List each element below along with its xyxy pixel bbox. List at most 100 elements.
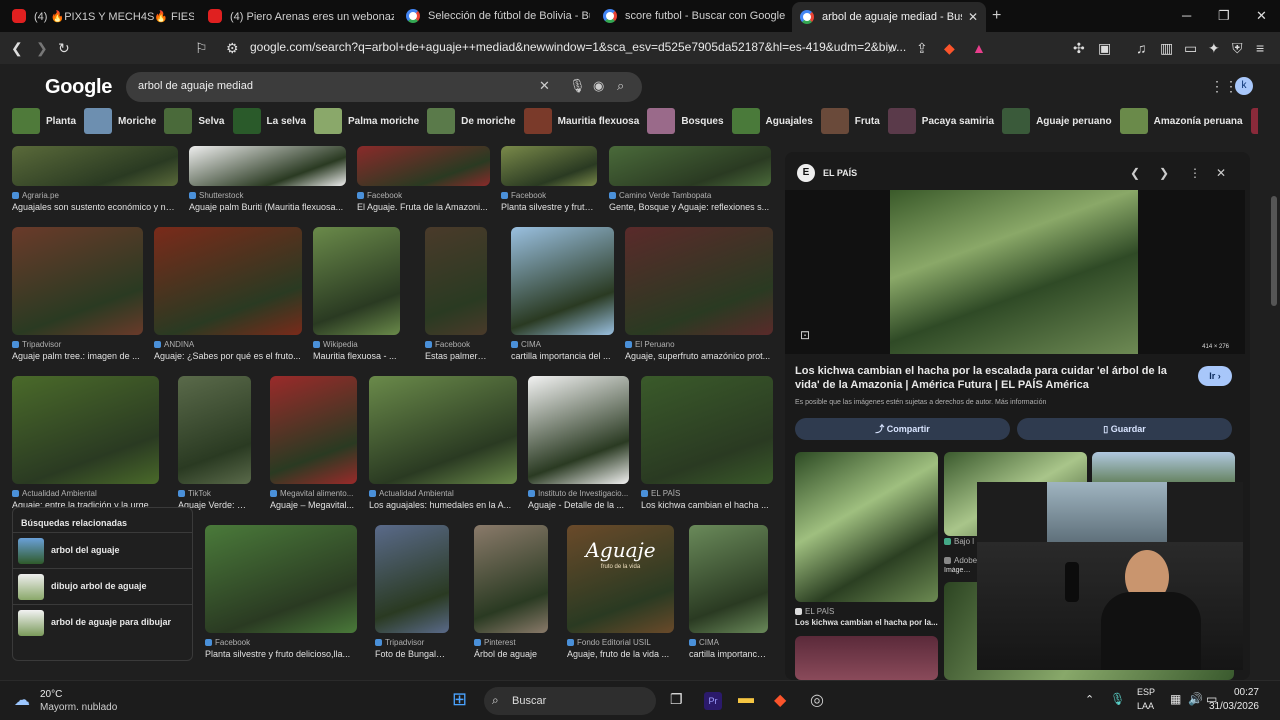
result-caption[interactable]: cartilla importancia del ... [511, 351, 614, 361]
next-icon[interactable]: ❯ [1159, 166, 1169, 180]
lens-search-icon[interactable]: ⊡ [800, 328, 810, 342]
menu-icon[interactable]: ≡ [1256, 40, 1264, 56]
result-caption[interactable]: Mauritia flexuosa - ... [313, 351, 400, 361]
extensions-icon[interactable]: ✣ [1073, 40, 1085, 57]
result-source[interactable]: Facebook [425, 340, 487, 349]
result-image[interactable] [501, 146, 597, 186]
result-image[interactable] [154, 227, 302, 335]
screenshot-icon[interactable]: ▣ [1098, 40, 1111, 57]
avatar[interactable]: k [1235, 77, 1253, 95]
result-source[interactable]: Facebook [357, 191, 490, 200]
result-image[interactable] [12, 227, 143, 335]
new-tab-button[interactable]: + [992, 7, 1001, 25]
preview-title[interactable]: Los kichwa cambian el hacha por la escal… [795, 364, 1190, 392]
filter-chip[interactable]: Pacaya samiria [887, 108, 994, 134]
result-caption[interactable]: Aguajales son sustento económico y nu... [12, 202, 178, 212]
result-image[interactable] [528, 376, 629, 484]
search-input[interactable]: arbol de aguaje mediad [138, 80, 253, 92]
result-source[interactable]: TikTok [178, 489, 251, 498]
search-icon[interactable]: ⌕ [617, 78, 624, 94]
page-scrollbar[interactable] [1268, 128, 1280, 680]
filter-chip[interactable]: Aguaje peruano [1002, 108, 1112, 134]
visit-button[interactable]: Ir › [1198, 366, 1232, 386]
result-source[interactable]: ANDINA [154, 340, 302, 349]
result-image[interactable] [474, 525, 548, 633]
back-icon[interactable]: ❮ [11, 40, 23, 57]
clock-time[interactable]: 00:27 [1225, 687, 1259, 698]
result-source[interactable]: Instituto de Investigacio... [528, 489, 629, 498]
close-icon[interactable]: ✕ [1216, 166, 1226, 180]
filter-chip[interactable]: Mauritia flexuosa [523, 108, 639, 134]
wallet-icon[interactable]: ▭ [1184, 40, 1197, 57]
vpn-icon[interactable]: ⛨ [1232, 40, 1243, 57]
clear-icon[interactable]: ✕ [539, 78, 550, 94]
filter-chip[interactable]: Aguajales [731, 108, 813, 134]
related-item[interactable]: dibujo arbol de aguaje [13, 568, 192, 604]
filter-chip[interactable]: Planta [12, 108, 76, 134]
forward-icon[interactable]: ❯ [36, 40, 48, 57]
media-icon[interactable]: ♫ [1136, 40, 1147, 56]
result-image[interactable] [12, 376, 159, 484]
volume-icon[interactable]: 🔊 [1188, 692, 1203, 706]
result-image[interactable] [369, 376, 517, 484]
bookmark-icon[interactable]: ⚐ [195, 40, 208, 57]
result-source[interactable]: Pinterest [474, 638, 548, 647]
result-image[interactable] [625, 227, 773, 335]
result-caption[interactable]: Árbol de aguaje [474, 649, 548, 659]
result-caption[interactable]: Planta silvestre y fruto delicioso,lla..… [205, 649, 357, 659]
brave-shield-icon[interactable]: ◆ [944, 40, 955, 57]
result-image[interactable] [205, 525, 357, 633]
filter-chip[interactable]: Valo [1250, 108, 1258, 134]
result-caption[interactable]: Aguaje: ¿Sabes por qué es el fruto... [154, 351, 302, 361]
google-logo[interactable]: Google [45, 76, 112, 99]
result-image[interactable] [313, 227, 400, 335]
filter-chip[interactable]: Bosques [647, 108, 724, 134]
brave-rewards-icon[interactable]: ▲ [972, 40, 986, 56]
filter-chip[interactable]: Fruta [820, 108, 880, 134]
reload-icon[interactable]: ↻ [58, 40, 70, 57]
brave-icon[interactable]: ◆ [774, 690, 786, 710]
result-caption[interactable]: Gente, Bosque y Aguaje: reflexiones s... [609, 202, 771, 212]
result-image[interactable] [689, 525, 768, 633]
temperature[interactable]: 20°C [40, 689, 62, 700]
windows-start-icon[interactable]: ⊞ [452, 689, 467, 710]
result-caption[interactable]: Aguaje palm tree.: imagen de ... [12, 351, 143, 361]
filter-chip[interactable]: Moriche [84, 108, 156, 134]
result-source[interactable]: Fondo Editorial USIL [567, 638, 674, 647]
result-image[interactable] [270, 376, 357, 484]
result-source[interactable]: CIMA [511, 340, 614, 349]
tab-1[interactable]: (4) 🔥PIX1S Y MECH4S🔥 FIESTAS A [4, 4, 194, 28]
result-source[interactable]: Tripadvisor [12, 340, 143, 349]
network-icon[interactable]: ▦ [1170, 692, 1181, 706]
sidebar-icon[interactable]: ▥ [1160, 40, 1173, 57]
tab-2[interactable]: (4) Piero Arenas eres un webonazo 🔮 [200, 4, 394, 28]
tab-active[interactable]: arbol de aguaje mediad - Buscar✕ [792, 2, 986, 32]
tray-chevron-icon[interactable]: ⌃ [1085, 693, 1094, 706]
result-caption[interactable]: cartilla importancia... [689, 649, 768, 659]
result-source[interactable]: Facebook [501, 191, 597, 200]
leo-icon[interactable]: ✦ [1208, 40, 1220, 57]
apps-icon[interactable]: ⋮⋮ [1210, 78, 1238, 95]
result-image[interactable] [511, 227, 614, 335]
close-tab-icon[interactable]: ✕ [968, 10, 978, 24]
search-box[interactable]: arbol de aguaje mediad ✕ 🎙 ◉ ⌕ [126, 72, 642, 102]
result-image[interactable] [425, 227, 487, 335]
similar-image[interactable] [795, 452, 938, 602]
task-view-icon[interactable]: ❐ [670, 691, 683, 708]
result-image[interactable] [189, 146, 346, 186]
result-source[interactable]: Megavital alimento... [270, 489, 357, 498]
result-image[interactable] [375, 525, 449, 633]
similar-image[interactable] [795, 636, 938, 680]
save-button[interactable]: ▯ Guardar [1017, 418, 1232, 440]
result-caption[interactable]: Los kichwa cambian el hacha ... [641, 500, 773, 510]
minimize-icon[interactable]: ─ [1182, 8, 1191, 23]
tab-3[interactable]: Selección de fútbol de Bolivia - Buscar [398, 4, 590, 28]
result-source[interactable]: El Peruano [625, 340, 773, 349]
result-caption[interactable]: Aguaje, superfruto amazónico prot... [625, 351, 773, 361]
result-source[interactable]: EL PAÍS [641, 489, 773, 498]
weather-text[interactable]: Mayorm. nublado [40, 702, 117, 713]
result-image[interactable] [641, 376, 773, 484]
filter-chip[interactable]: Selva [164, 108, 225, 134]
share-icon[interactable]: ⇪ [916, 40, 928, 57]
result-image[interactable] [357, 146, 490, 186]
